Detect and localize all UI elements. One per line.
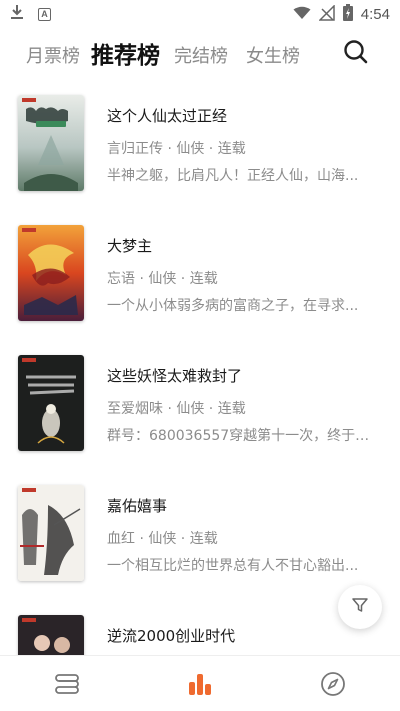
ranking-tabs: 月票榜 推荐榜 完结榜 女生榜 [0,32,400,74]
tab-female[interactable]: 女生榜 [246,42,300,68]
tab-recommended[interactable]: 推荐榜 [91,36,160,70]
book-meta: 忘语 · 仙侠 · 连载 [107,271,218,287]
bookshelf-icon[interactable] [53,670,81,698]
filter-icon [351,596,369,618]
book-title: 嘉佑嬉事 [107,497,168,515]
battery-charging-icon [342,4,353,25]
book-description: 群号：680036557穿越第十一次，终于来... [107,428,375,444]
ranking-icon[interactable] [186,670,214,698]
no-signal-icon [317,3,335,25]
search-icon[interactable] [342,38,370,66]
book-cover[interactable] [18,485,84,581]
status-time: 4:54 [360,6,390,23]
wifi-icon [293,5,311,24]
filter-button[interactable] [338,585,382,629]
book-title: 这个人仙太过正经 [107,107,228,125]
book-item[interactable]: 这个人仙太过正经 言归正传 · 仙侠 · 连载 半神之躯，比肩凡人！正经人仙，山… [0,95,400,195]
book-item[interactable]: 大梦主 忘语 · 仙侠 · 连载 一个从小体弱多病的富商之子，在寻求... [0,225,400,325]
book-description: 半神之躯，比肩凡人！正经人仙，山海... [107,168,359,184]
download-icon [10,4,24,24]
book-title: 大梦主 [107,237,153,255]
book-cover[interactable] [18,225,84,321]
book-item[interactable]: 嘉佑嬉事 血红 · 仙侠 · 连载 一个相互比烂的世界总有人不甘心豁出... [0,485,400,585]
book-meta: 言归正传 · 仙侠 · 连载 [107,141,246,157]
book-meta: 血红 · 仙侠 · 连载 [107,531,218,547]
compass-icon[interactable] [319,670,347,698]
book-cover[interactable] [18,95,84,191]
book-cover[interactable] [18,355,84,451]
book-title: 逆流2000创业时代 [107,627,236,645]
tab-completed[interactable]: 完结榜 [174,42,228,68]
book-title: 这些妖怪太难救封了 [107,367,243,385]
status-bar: A 4:54 [0,0,400,28]
tab-monthly-ticket[interactable]: 月票榜 [26,42,80,68]
bottom-nav [0,655,400,711]
book-meta: 至爱烟味 · 仙侠 · 连载 [107,401,246,417]
a-badge-icon: A [38,7,51,21]
book-item[interactable]: 这些妖怪太难救封了 至爱烟味 · 仙侠 · 连载 群号：680036557穿越第… [0,355,400,455]
book-description: 一个从小体弱多病的富商之子，在寻求... [107,298,359,314]
book-description: 一个相互比烂的世界总有人不甘心豁出... [107,558,359,574]
